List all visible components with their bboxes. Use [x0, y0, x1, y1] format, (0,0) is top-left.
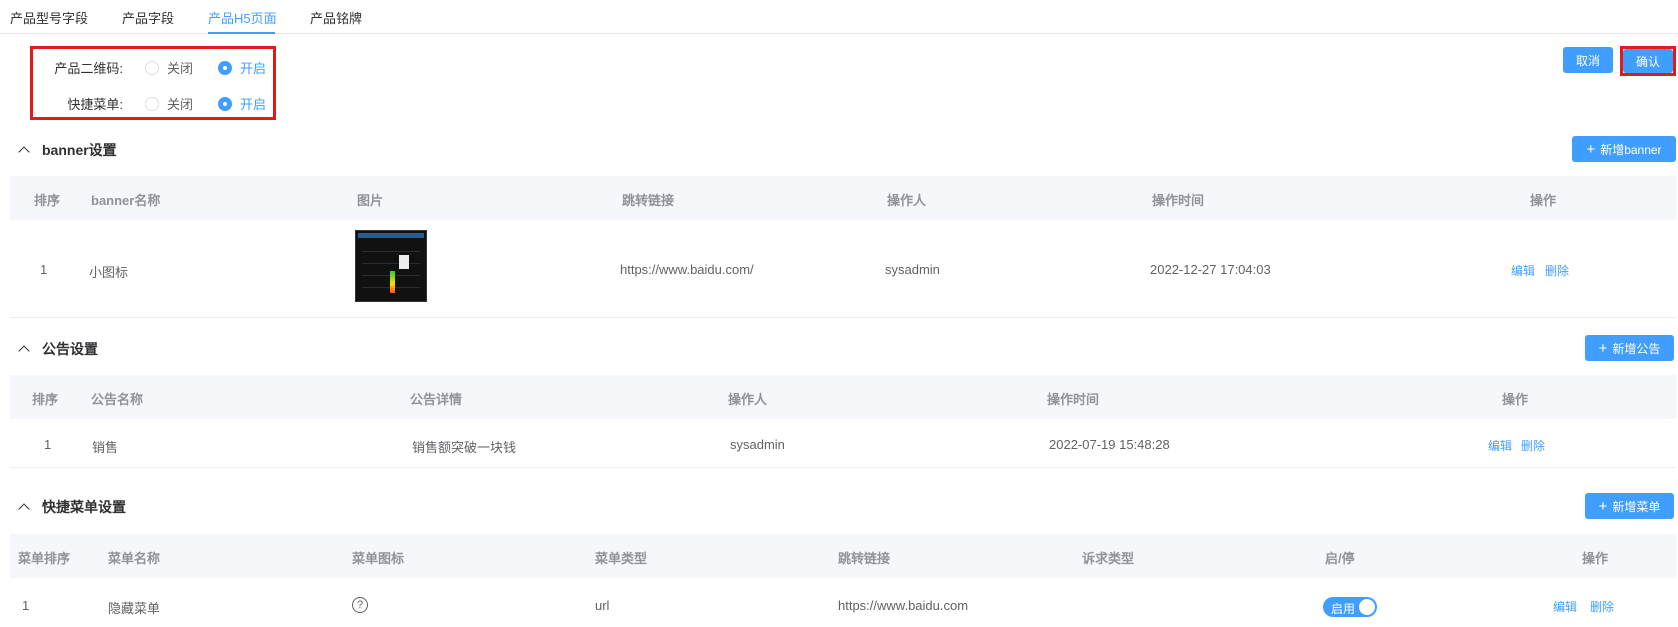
quickmenu-switch-row: 快捷菜单: 关闭 开启: [33, 92, 273, 112]
banner-section-header[interactable]: banner设置: [16, 140, 117, 160]
table-row: 1 隐藏菜单 ? url https://www.baidu.com 启用 编辑…: [10, 578, 1676, 627]
add-notice-label: 新增公告: [1612, 341, 1661, 356]
notice-delete-link[interactable]: 删除: [1521, 437, 1545, 454]
banner-image-thumbnail: [355, 230, 427, 302]
quickmenu-off-label: 关闭: [167, 97, 194, 112]
quickmenu-on-label: 开启: [240, 97, 267, 112]
plus-icon: +: [1586, 140, 1596, 158]
col-link: 跳转链接: [838, 551, 891, 566]
quickmenu-label: 快捷菜单:: [67, 97, 123, 112]
plus-icon: +: [1598, 497, 1608, 515]
menu-edit-link[interactable]: 编辑: [1553, 598, 1577, 615]
cancel-button[interactable]: 取消: [1563, 47, 1613, 73]
table-row: 1 小图标 https://www.baidu.com/ sysadmin 20…: [10, 220, 1676, 318]
radio-circle-icon: [145, 60, 159, 75]
banner-table-header: 排序 banner名称 图片 跳转链接 操作人 操作时间 操作: [10, 176, 1676, 220]
col-time: 操作时间: [1152, 193, 1205, 208]
chevron-up-icon: [18, 345, 30, 357]
col-menu-icon: 菜单图标: [352, 551, 405, 566]
col-appeal-type: 诉求类型: [1082, 551, 1135, 566]
col-time: 操作时间: [1047, 392, 1100, 407]
chevron-up-icon: [18, 146, 30, 158]
add-notice-button[interactable]: + 新增公告: [1585, 335, 1674, 361]
banner-time: 2022-12-27 17:04:03: [1150, 262, 1271, 277]
menu-type: url: [595, 598, 610, 613]
quickmenu-on-radio[interactable]: 开启: [218, 94, 266, 113]
switch-settings-group: 产品二维码: 关闭 开启 快捷菜单: 关闭 开启: [30, 46, 276, 120]
col-menu-order: 菜单排序: [18, 551, 71, 566]
col-status: 启/停: [1325, 551, 1355, 566]
banner-edit-link[interactable]: 编辑: [1511, 262, 1535, 279]
table-row: 1 销售 销售额突破一块钱 sysadmin 2022-07-19 15:48:…: [10, 419, 1676, 468]
col-order: 排序: [32, 392, 59, 407]
banner-order: 1: [40, 262, 48, 277]
tab-product-h5-page[interactable]: 产品H5页面: [208, 8, 277, 27]
menu-status-label: 启用: [1331, 602, 1356, 616]
col-image: 图片: [357, 193, 384, 208]
qrcode-switch-row: 产品二维码: 关闭 开启: [33, 56, 273, 76]
qrcode-on-radio[interactable]: 开启: [218, 58, 266, 77]
menu-link: https://www.baidu.com: [838, 598, 969, 613]
menu-delete-link[interactable]: 删除: [1590, 598, 1614, 615]
chevron-up-icon: [18, 503, 30, 515]
tab-product-nameplate[interactable]: 产品铭牌: [310, 8, 362, 27]
tab-bar: 产品型号字段 产品字段 产品H5页面 产品铭牌: [0, 0, 1678, 34]
banner-operator: sysadmin: [885, 262, 940, 277]
active-tab-indicator: [208, 32, 275, 34]
col-notice-name: 公告名称: [91, 392, 144, 407]
banner-delete-link[interactable]: 删除: [1545, 262, 1569, 279]
qrcode-on-label: 开启: [240, 61, 267, 76]
notice-section-title: 公告设置: [42, 341, 98, 357]
banner-section-title: banner设置: [42, 142, 117, 158]
add-menu-button[interactable]: + 新增菜单: [1585, 493, 1674, 519]
add-banner-button[interactable]: + 新增banner: [1572, 136, 1676, 162]
col-menu-type: 菜单类型: [595, 551, 648, 566]
col-notice-detail: 公告详情: [410, 392, 463, 407]
quickmenu-table-header: 菜单排序 菜单名称 菜单图标 菜单类型 跳转链接 诉求类型 启/停 操作: [10, 534, 1676, 578]
col-actions: 操作: [1502, 392, 1529, 407]
quickmenu-section-title: 快捷菜单设置: [42, 499, 126, 515]
notice-operator: sysadmin: [730, 437, 785, 452]
qrcode-off-radio[interactable]: 关闭: [145, 58, 193, 77]
notice-order: 1: [44, 437, 52, 452]
tab-model-fields[interactable]: 产品型号字段: [10, 8, 88, 27]
notice-detail: 销售额突破一块钱: [412, 440, 517, 455]
radio-circle-icon: [145, 96, 159, 111]
notice-table-header: 排序 公告名称 公告详情 操作人 操作时间 操作: [10, 375, 1676, 419]
col-operator: 操作人: [887, 193, 927, 208]
notice-time: 2022-07-19 15:48:28: [1049, 437, 1170, 452]
menu-name: 隐藏菜单: [108, 601, 161, 616]
plus-icon: +: [1598, 339, 1608, 357]
banner-name: 小图标: [89, 265, 129, 280]
col-operator: 操作人: [728, 392, 768, 407]
quickmenu-section-header[interactable]: 快捷菜单设置: [16, 497, 126, 517]
banner-link: https://www.baidu.com/: [620, 262, 754, 277]
notice-section-header[interactable]: 公告设置: [16, 339, 98, 359]
col-actions: 操作: [1530, 193, 1557, 208]
col-actions: 操作: [1582, 551, 1609, 566]
col-link: 跳转链接: [622, 193, 675, 208]
notice-edit-link[interactable]: 编辑: [1488, 437, 1512, 454]
confirm-button[interactable]: 确认: [1623, 49, 1673, 73]
menu-status-toggle[interactable]: 启用: [1323, 597, 1377, 617]
col-order: 排序: [34, 193, 61, 208]
col-menu-name: 菜单名称: [108, 551, 161, 566]
add-menu-label: 新增菜单: [1612, 499, 1661, 514]
question-circle-icon: ?: [352, 597, 368, 613]
tab-product-fields[interactable]: 产品字段: [122, 8, 174, 27]
radio-checked-icon: [218, 96, 232, 111]
toggle-knob: [1359, 599, 1375, 615]
confirm-button-highlight: 确认: [1620, 46, 1676, 76]
add-banner-label: 新增banner: [1600, 142, 1662, 157]
qrcode-off-label: 关闭: [167, 61, 194, 76]
radio-checked-icon: [218, 60, 232, 75]
notice-name: 销售: [92, 440, 119, 455]
quickmenu-off-radio[interactable]: 关闭: [145, 94, 193, 113]
qrcode-label: 产品二维码:: [54, 61, 123, 76]
menu-order: 1: [22, 598, 30, 613]
col-banner-name: banner名称: [91, 193, 161, 208]
